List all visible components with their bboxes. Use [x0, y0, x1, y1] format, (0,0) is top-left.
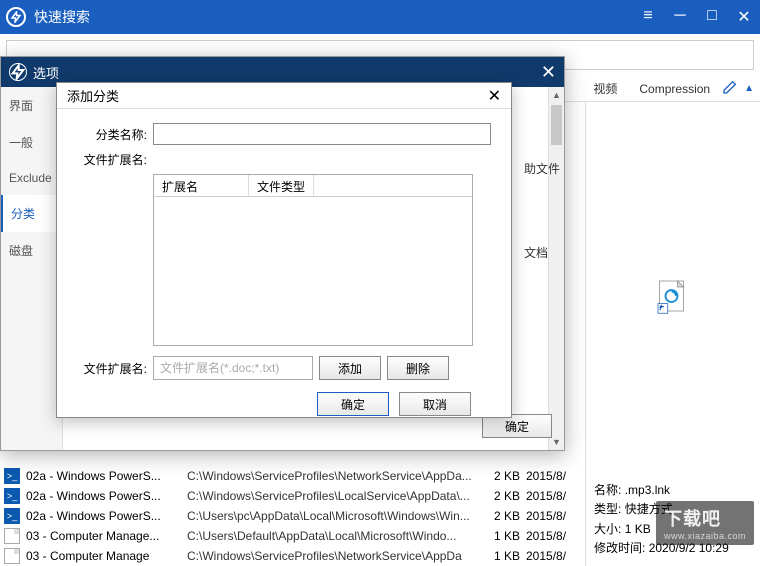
- file-row[interactable]: >_ 02a - Windows PowerS... C:\Users\pc\App…: [0, 506, 585, 526]
- document-icon: [4, 528, 20, 544]
- extension-table[interactable]: 扩展名 文件类型: [153, 174, 473, 346]
- nav-disk[interactable]: 磁盘: [1, 232, 62, 269]
- file-date: 2015/8/: [526, 469, 581, 483]
- file-size: 2 KB: [480, 509, 520, 523]
- modal-titlebar: 添加分类 ✕: [57, 83, 511, 109]
- app-title: 快速搜索: [34, 7, 638, 27]
- nav-category[interactable]: 分类: [1, 195, 62, 232]
- file-size: 1 KB: [480, 549, 520, 563]
- main-titlebar: 快速搜索 ≡ ─ □ ✕: [0, 0, 760, 34]
- file-row[interactable]: >_ 02a - Windows PowerS... C:\Windows\Serv…: [0, 486, 585, 506]
- meta-name-value: .mp3.lnk: [625, 483, 670, 497]
- maximize-icon[interactable]: □: [702, 7, 722, 27]
- tab-video[interactable]: 视频: [583, 78, 627, 99]
- close-icon[interactable]: ✕: [541, 62, 556, 83]
- file-path: C:\Windows\ServiceProfiles\NetworkServic…: [187, 549, 474, 563]
- col-ext[interactable]: 扩展名: [154, 175, 249, 196]
- scrollbar[interactable]: ▲ ▼: [548, 87, 564, 450]
- minimize-icon[interactable]: ─: [670, 7, 690, 27]
- powershell-icon: >_: [4, 468, 20, 484]
- behind-text-doc: 文档: [524, 244, 548, 261]
- file-name: 03 - Computer Manage...: [26, 529, 181, 543]
- file-date: 2015/8/: [526, 509, 581, 523]
- options-title: 选项: [33, 63, 541, 82]
- file-size: 2 KB: [480, 489, 520, 503]
- chevron-up-icon[interactable]: ▲: [744, 83, 754, 94]
- menu-icon[interactable]: ≡: [638, 7, 658, 27]
- scroll-thumb[interactable]: [551, 105, 562, 145]
- powershell-icon: >_: [4, 508, 20, 524]
- cancel-button[interactable]: 取消: [399, 392, 471, 416]
- behind-text-helpfile: 助文件: [524, 160, 560, 177]
- edit-icon[interactable]: [722, 79, 738, 98]
- file-name: 02a - Windows PowerS...: [26, 509, 181, 523]
- document-icon: [4, 548, 20, 564]
- file-path: C:\Users\Default\AppData\Local\Microsoft…: [187, 529, 474, 543]
- category-name-label: 分类名称:: [77, 126, 147, 143]
- meta-name-label: 名称:: [594, 483, 621, 497]
- watermark-url: www.xiazaiba.com: [664, 531, 746, 541]
- window-controls: ≡ ─ □ ✕: [638, 7, 754, 27]
- ok-button[interactable]: 确定: [317, 392, 389, 416]
- file-row[interactable]: >_ 02a - Windows PowerS... C:\Windows\Serv…: [0, 466, 585, 486]
- powershell-icon: >_: [4, 488, 20, 504]
- app-logo-icon: [6, 7, 26, 27]
- preview-thumbnail: [594, 110, 752, 481]
- file-path: C:\Windows\ServiceProfiles\LocalService\…: [187, 489, 474, 503]
- file-name: 02a - Windows PowerS...: [26, 489, 181, 503]
- preview-pane: 名称: .mp3.lnk 类型: 快捷方式 大小: 1 KB 修改时间: 202…: [585, 102, 760, 566]
- close-icon[interactable]: ✕: [488, 86, 501, 106]
- modal-title: 添加分类: [67, 86, 488, 105]
- file-name: 02a - Windows PowerS...: [26, 469, 181, 483]
- file-row[interactable]: 03 - Computer Manage C:\Windows\ServicePr…: [0, 546, 585, 566]
- close-icon[interactable]: ✕: [734, 7, 754, 27]
- file-date: 2015/8/: [526, 529, 581, 543]
- file-name: 03 - Computer Manage: [26, 549, 181, 563]
- meta-size-value: 1 KB: [625, 522, 651, 536]
- meta-type-label: 类型:: [594, 502, 621, 516]
- shortcut-icon: [655, 278, 691, 314]
- file-row[interactable]: 03 - Computer Manage... C:\Users\Default\…: [0, 526, 585, 546]
- app-logo-icon: [9, 63, 27, 81]
- file-date: 2015/8/: [526, 549, 581, 563]
- file-path: C:\Users\pc\AppData\Local\Microsoft\Wind…: [187, 509, 474, 523]
- col-type[interactable]: 文件类型: [249, 175, 314, 196]
- tab-compression[interactable]: Compression: [629, 80, 720, 98]
- watermark-text: 下载吧: [664, 509, 721, 529]
- file-date: 2015/8/: [526, 489, 581, 503]
- category-name-input[interactable]: [153, 123, 491, 145]
- scroll-up-icon[interactable]: ▲: [549, 87, 564, 103]
- file-size: 1 KB: [480, 529, 520, 543]
- watermark: 下载吧 www.xiazaiba.com: [656, 501, 754, 545]
- options-nav: 界面 一般 Exclude 分类 磁盘: [1, 87, 63, 450]
- meta-mtime-label: 修改时间:: [594, 541, 645, 555]
- ext-input[interactable]: [153, 356, 313, 380]
- ext-input-label: 文件扩展名:: [77, 360, 147, 377]
- meta-size-label: 大小:: [594, 522, 621, 536]
- ext-list-label: 文件扩展名:: [77, 151, 147, 168]
- add-category-modal: 添加分类 ✕ 分类名称: 文件扩展名: 扩展名 文件类型 文件扩展名: 添加 删…: [56, 82, 512, 418]
- nav-exclude[interactable]: Exclude: [1, 161, 62, 195]
- nav-interface[interactable]: 界面: [1, 87, 62, 124]
- add-button[interactable]: 添加: [319, 356, 381, 380]
- delete-button[interactable]: 删除: [387, 356, 449, 380]
- nav-general[interactable]: 一般: [1, 124, 62, 161]
- file-path: C:\Windows\ServiceProfiles\NetworkServic…: [187, 469, 474, 483]
- file-size: 2 KB: [480, 469, 520, 483]
